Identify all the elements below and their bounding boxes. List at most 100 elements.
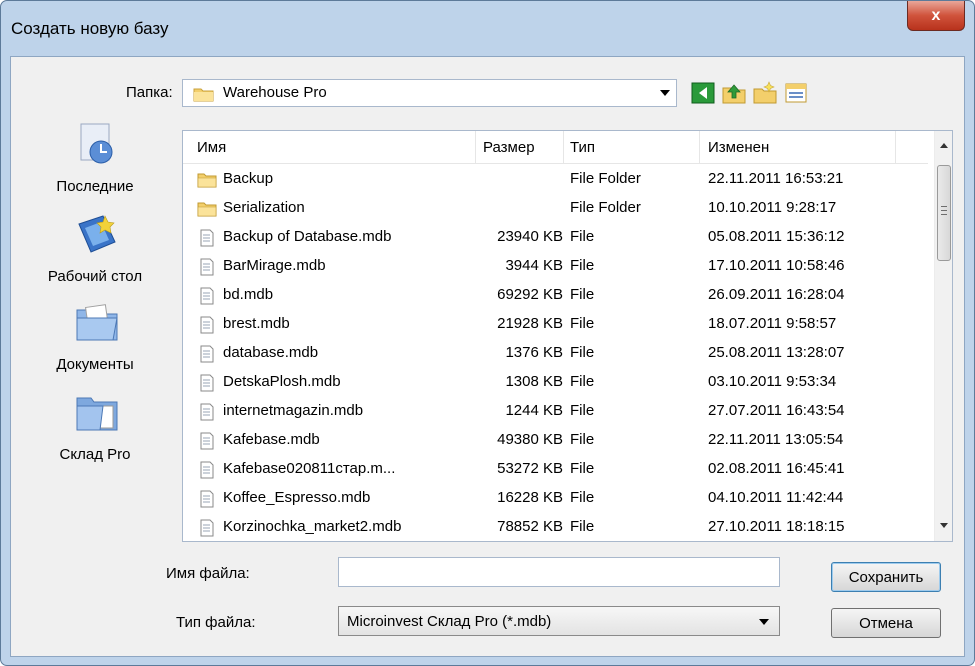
file-type: File <box>570 460 595 477</box>
file-row[interactable]: BarMirage.mdb 3944 KB File 17.10.2011 10:58… <box>183 252 928 281</box>
place-recent[interactable]: Последние <box>25 122 165 202</box>
desktop-icon <box>78 215 116 253</box>
file-modified: 27.10.2011 18:18:15 <box>708 518 845 535</box>
file-size: 49380 KB <box>497 431 563 448</box>
chevron-down-icon <box>660 90 670 96</box>
file-icon <box>200 345 214 363</box>
column-divider[interactable] <box>563 131 564 163</box>
documents-icon <box>76 304 118 341</box>
file-modified: 03.10.2011 9:53:34 <box>708 373 837 390</box>
file-modified: 25.08.2011 13:28:07 <box>708 344 845 361</box>
title-bar: Создать новую базу x <box>1 1 974 57</box>
file-name: Backup <box>223 170 274 187</box>
column-divider[interactable] <box>895 131 896 163</box>
file-name: Kafebase.mdb <box>223 431 320 448</box>
save-button[interactable]: Сохранить <box>831 562 941 592</box>
back-icon[interactable] <box>691 81 715 105</box>
file-row[interactable]: DetskaPlosh.mdb 1308 KB File 03.10.2011 9:5… <box>183 368 928 397</box>
file-name: DetskaPlosh.mdb <box>223 373 341 390</box>
file-size: 1308 KB <box>505 373 563 390</box>
file-type: File Folder <box>570 199 641 216</box>
file-row[interactable]: brest.mdb 21928 KB File 18.07.2011 9:58:57 <box>183 310 928 339</box>
folder-value: Warehouse Pro <box>223 84 327 101</box>
file-row[interactable]: Backup of Database.mdb 23940 KB File 05.08.… <box>183 223 928 252</box>
file-icon <box>200 287 214 305</box>
file-size: 1376 KB <box>505 344 563 361</box>
filetype-dropdown[interactable]: Microinvest Склад Pro (*.mdb) <box>338 606 780 636</box>
file-type: File <box>570 518 595 535</box>
file-row[interactable]: database.mdb 1376 KB File 25.08.2011 13:28:… <box>183 339 928 368</box>
view-menu-icon[interactable] <box>784 81 808 105</box>
file-row[interactable]: Backup File Folder 22.11.2011 16:53:21 <box>183 165 928 194</box>
column-divider[interactable] <box>475 131 476 163</box>
file-type: File <box>570 344 595 361</box>
file-size: 1244 KB <box>505 402 563 419</box>
column-divider[interactable] <box>699 131 700 163</box>
file-size: 53272 KB <box>497 460 563 477</box>
file-modified: 10.10.2011 9:28:17 <box>708 199 837 216</box>
file-row[interactable]: Serialization File Folder 10.10.2011 9:28:… <box>183 194 928 223</box>
folder-label: Папка: <box>126 84 173 101</box>
folder-dropdown[interactable]: Warehouse Pro <box>182 79 677 107</box>
vertical-scrollbar[interactable] <box>934 131 952 541</box>
file-row[interactable]: Kafebase020811стар.m... 53272 KB File 02.08… <box>183 455 928 484</box>
grip-line <box>941 214 947 215</box>
file-row[interactable]: Korzinochka_market2.mdb 78852 KB File 27.10… <box>183 513 928 541</box>
file-name: bd.mdb <box>223 286 274 303</box>
file-name: database.mdb <box>223 344 319 361</box>
file-icon <box>200 229 214 247</box>
file-icon <box>200 374 214 392</box>
file-modified: 17.10.2011 10:58:46 <box>708 257 845 274</box>
cancel-button[interactable]: Отмена <box>831 608 941 638</box>
window-title: Создать новую базу <box>11 19 169 38</box>
file-size: 16228 KB <box>497 489 563 506</box>
place-label-sklad-pro: Склад Pro <box>59 446 131 463</box>
place-desktop[interactable]: Рабочий стол <box>25 212 165 292</box>
file-size: 69292 KB <box>497 286 563 303</box>
column-header-type[interactable]: Тип <box>570 139 595 156</box>
file-row[interactable]: bd.mdb 69292 KB File 26.09.2011 16:28:04 <box>183 281 928 310</box>
filename-input[interactable] <box>338 557 780 587</box>
file-row[interactable]: internetmagazin.mdb 1244 KB File 27.07.2011… <box>183 397 928 426</box>
place-sklad-pro[interactable]: Склад Pro <box>25 390 165 470</box>
file-icon <box>200 316 214 334</box>
file-modified: 26.09.2011 16:28:04 <box>708 286 845 303</box>
file-size: 78852 KB <box>497 518 563 535</box>
folder-icon <box>197 173 217 188</box>
file-type: File <box>570 286 595 303</box>
scroll-down-arrow-icon[interactable] <box>935 517 952 535</box>
recent-icon <box>80 123 113 164</box>
folder-icon <box>197 202 217 217</box>
file-name: BarMirage.mdb <box>223 257 326 274</box>
column-header-name[interactable]: Имя <box>197 139 226 156</box>
file-row[interactable]: Koffee_Espresso.mdb 16228 KB File 04.10.201… <box>183 484 928 513</box>
file-row[interactable]: Kafebase.mdb 49380 KB File 22.11.2011 13:05… <box>183 426 928 455</box>
scrollbar-thumb[interactable] <box>937 165 951 261</box>
column-header-modified[interactable]: Изменен <box>708 139 769 156</box>
place-label-documents: Документы <box>56 356 134 373</box>
file-icon <box>200 258 214 276</box>
up-folder-icon[interactable] <box>722 81 746 105</box>
file-name: Backup of Database.mdb <box>223 228 392 245</box>
close-button[interactable]: x <box>907 1 965 31</box>
scroll-up-arrow-icon[interactable] <box>935 137 952 155</box>
list-header: Имя Размер Тип Изменен <box>183 131 928 164</box>
place-label-recent: Последние <box>56 178 134 195</box>
new-folder-icon[interactable] <box>753 81 777 105</box>
file-type: File <box>570 489 595 506</box>
file-name: Korzinochka_market2.mdb <box>223 518 402 535</box>
file-name: brest.mdb <box>223 315 290 332</box>
file-modified: 18.07.2011 9:58:57 <box>708 315 837 332</box>
place-label-desktop: Рабочий стол <box>47 268 143 285</box>
file-list[interactable]: Имя Размер Тип Изменен Backup File Folder… <box>182 130 953 542</box>
grip-line <box>941 206 947 207</box>
file-type: File <box>570 315 595 332</box>
folder-icon <box>193 88 214 102</box>
file-name: Kafebase020811стар.m... <box>223 460 396 477</box>
file-type: File <box>570 373 595 390</box>
dialog-body: Папка: Warehouse Pro Последние Рабочий с… <box>10 56 965 657</box>
save-dialog-window: Создать новую базу x Папка: Warehouse Pr… <box>0 0 975 666</box>
column-header-size[interactable]: Размер <box>483 139 535 156</box>
place-documents[interactable]: Документы <box>25 300 165 380</box>
file-size: 21928 KB <box>497 315 563 332</box>
